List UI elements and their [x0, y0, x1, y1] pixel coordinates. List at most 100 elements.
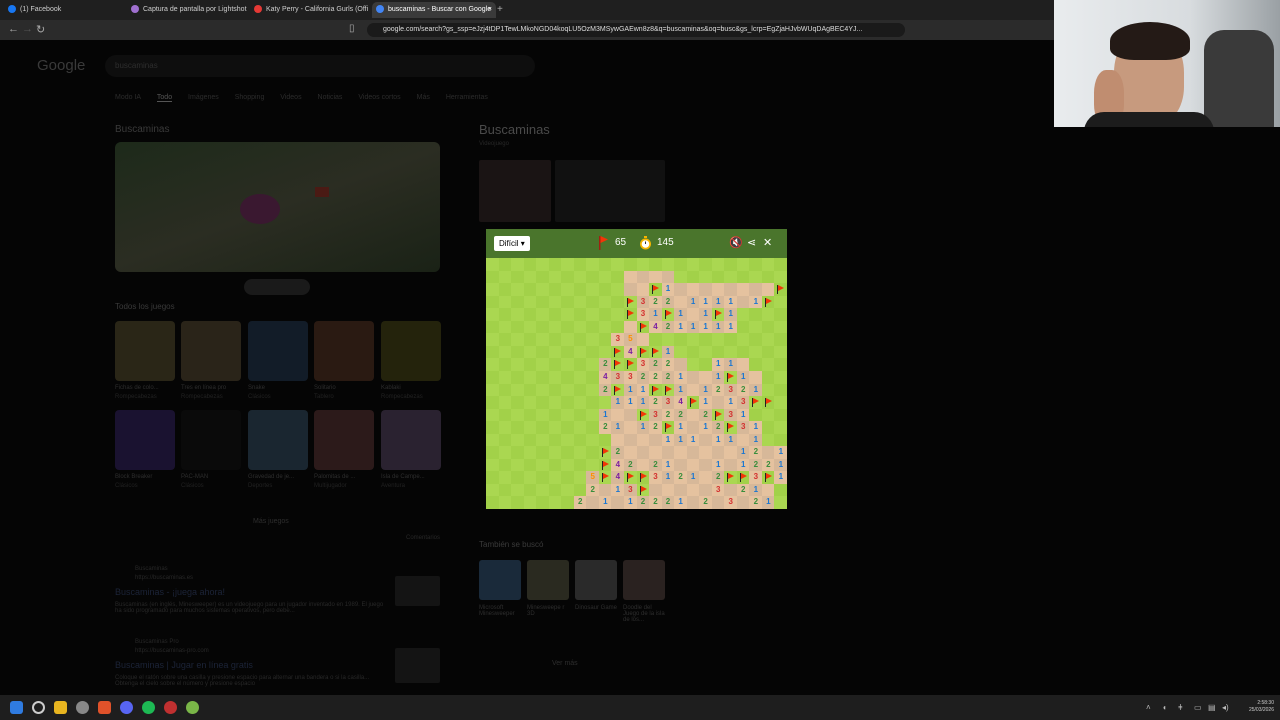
covered-cell[interactable]: [573, 270, 587, 284]
covered-cell[interactable]: [561, 283, 575, 296]
covered-cell[interactable]: [536, 483, 549, 497]
game-thumbnail[interactable]: [115, 321, 175, 381]
related-search-title[interactable]: Microsoft Minesweeper: [479, 605, 523, 617]
number-cell[interactable]: 1: [611, 483, 625, 497]
covered-cell[interactable]: [561, 370, 575, 384]
close-icon[interactable]: ✕: [763, 236, 772, 250]
revealed-cell[interactable]: [699, 370, 713, 384]
number-cell[interactable]: 1: [736, 446, 750, 460]
number-cell[interactable]: 1: [598, 408, 612, 422]
related-search-title[interactable]: Dinosaur Game: [575, 605, 619, 611]
covered-cell[interactable]: [586, 408, 600, 422]
revealed-cell[interactable]: [686, 421, 700, 434]
covered-cell[interactable]: [573, 396, 587, 409]
game-thumbnail[interactable]: [381, 410, 441, 470]
system-clock[interactable]: 2:58:30 25/03/2026: [1249, 700, 1274, 714]
covered-cell[interactable]: [548, 270, 562, 284]
covered-cell[interactable]: [561, 433, 575, 447]
revealed-cell[interactable]: [661, 483, 675, 497]
covered-cell[interactable]: [586, 295, 600, 309]
covered-cell[interactable]: [498, 370, 512, 384]
reload-icon[interactable]: ↻: [36, 23, 45, 36]
covered-cell[interactable]: [498, 270, 512, 284]
covered-cell[interactable]: [498, 308, 512, 322]
see-more-button[interactable]: Ver más: [552, 660, 578, 667]
flagged-cell[interactable]: [611, 358, 625, 372]
revealed-cell[interactable]: [736, 283, 750, 296]
number-cell[interactable]: 2: [749, 446, 763, 460]
covered-cell[interactable]: [498, 320, 512, 334]
number-cell[interactable]: 3: [749, 471, 763, 485]
covered-cell[interactable]: [548, 283, 562, 296]
number-cell[interactable]: 1: [699, 308, 713, 322]
number-cell[interactable]: 4: [611, 471, 625, 485]
number-cell[interactable]: 3: [661, 396, 675, 409]
related-search-thumbnail[interactable]: [479, 560, 521, 600]
number-cell[interactable]: 1: [674, 496, 687, 509]
covered-cell[interactable]: [523, 333, 537, 347]
number-cell[interactable]: 2: [636, 496, 650, 509]
covered-cell[interactable]: [598, 345, 612, 359]
revealed-cell[interactable]: [636, 458, 650, 472]
covered-cell[interactable]: [536, 446, 549, 460]
covered-cell[interactable]: [761, 308, 775, 322]
covered-cell[interactable]: [511, 258, 524, 271]
covered-cell[interactable]: [611, 258, 625, 271]
game-thumbnail[interactable]: [181, 410, 241, 470]
covered-cell[interactable]: [536, 333, 549, 347]
covered-cell[interactable]: [724, 333, 738, 347]
game-thumbnail[interactable]: [181, 321, 241, 381]
covered-cell[interactable]: [486, 458, 499, 472]
number-cell[interactable]: 2: [598, 383, 612, 397]
search-input[interactable]: buscaminas: [105, 55, 535, 77]
revealed-cell[interactable]: [761, 446, 775, 460]
number-cell[interactable]: 4: [649, 320, 662, 334]
covered-cell[interactable]: [486, 358, 499, 372]
revealed-cell[interactable]: [649, 270, 662, 284]
covered-cell[interactable]: [586, 458, 600, 472]
covered-cell[interactable]: [573, 458, 587, 472]
number-cell[interactable]: 2: [736, 383, 750, 397]
number-cell[interactable]: 1: [749, 295, 763, 309]
revealed-cell[interactable]: [686, 496, 700, 509]
more-games-button[interactable]: Más juegos: [253, 518, 289, 525]
covered-cell[interactable]: [486, 283, 499, 296]
covered-cell[interactable]: [636, 258, 650, 271]
covered-cell[interactable]: [774, 320, 787, 334]
covered-cell[interactable]: [761, 358, 775, 372]
number-cell[interactable]: 1: [686, 295, 700, 309]
flagged-cell[interactable]: [711, 408, 725, 422]
covered-cell[interactable]: [561, 421, 575, 434]
covered-cell[interactable]: [586, 446, 600, 460]
covered-cell[interactable]: [511, 471, 524, 485]
covered-cell[interactable]: [749, 345, 763, 359]
covered-cell[interactable]: [536, 421, 549, 434]
number-cell[interactable]: 1: [724, 320, 738, 334]
number-cell[interactable]: 1: [661, 433, 675, 447]
revealed-cell[interactable]: [686, 308, 700, 322]
covered-cell[interactable]: [561, 345, 575, 359]
covered-cell[interactable]: [699, 345, 713, 359]
number-cell[interactable]: 2: [674, 471, 687, 485]
covered-cell[interactable]: [561, 258, 575, 271]
number-cell[interactable]: 3: [611, 370, 625, 384]
headphones-icon[interactable]: ◖: [1162, 703, 1167, 712]
covered-cell[interactable]: [511, 320, 524, 334]
number-cell[interactable]: 2: [649, 370, 662, 384]
covered-cell[interactable]: [486, 383, 499, 397]
minesweeper-board[interactable]: 1322111113111142111113541232211433222111…: [486, 258, 787, 509]
covered-cell[interactable]: [561, 333, 575, 347]
number-cell[interactable]: 1: [749, 433, 763, 447]
revealed-cell[interactable]: [623, 283, 637, 296]
revealed-cell[interactable]: [686, 483, 700, 497]
number-cell[interactable]: 1: [674, 320, 687, 334]
number-cell[interactable]: 2: [661, 358, 675, 372]
covered-cell[interactable]: [573, 433, 587, 447]
number-cell[interactable]: 1: [724, 308, 738, 322]
covered-cell[interactable]: [536, 408, 549, 422]
covered-cell[interactable]: [498, 483, 512, 497]
revealed-cell[interactable]: [724, 446, 738, 460]
revealed-cell[interactable]: [636, 433, 650, 447]
covered-cell[interactable]: [774, 421, 787, 434]
revealed-cell[interactable]: [674, 283, 687, 296]
